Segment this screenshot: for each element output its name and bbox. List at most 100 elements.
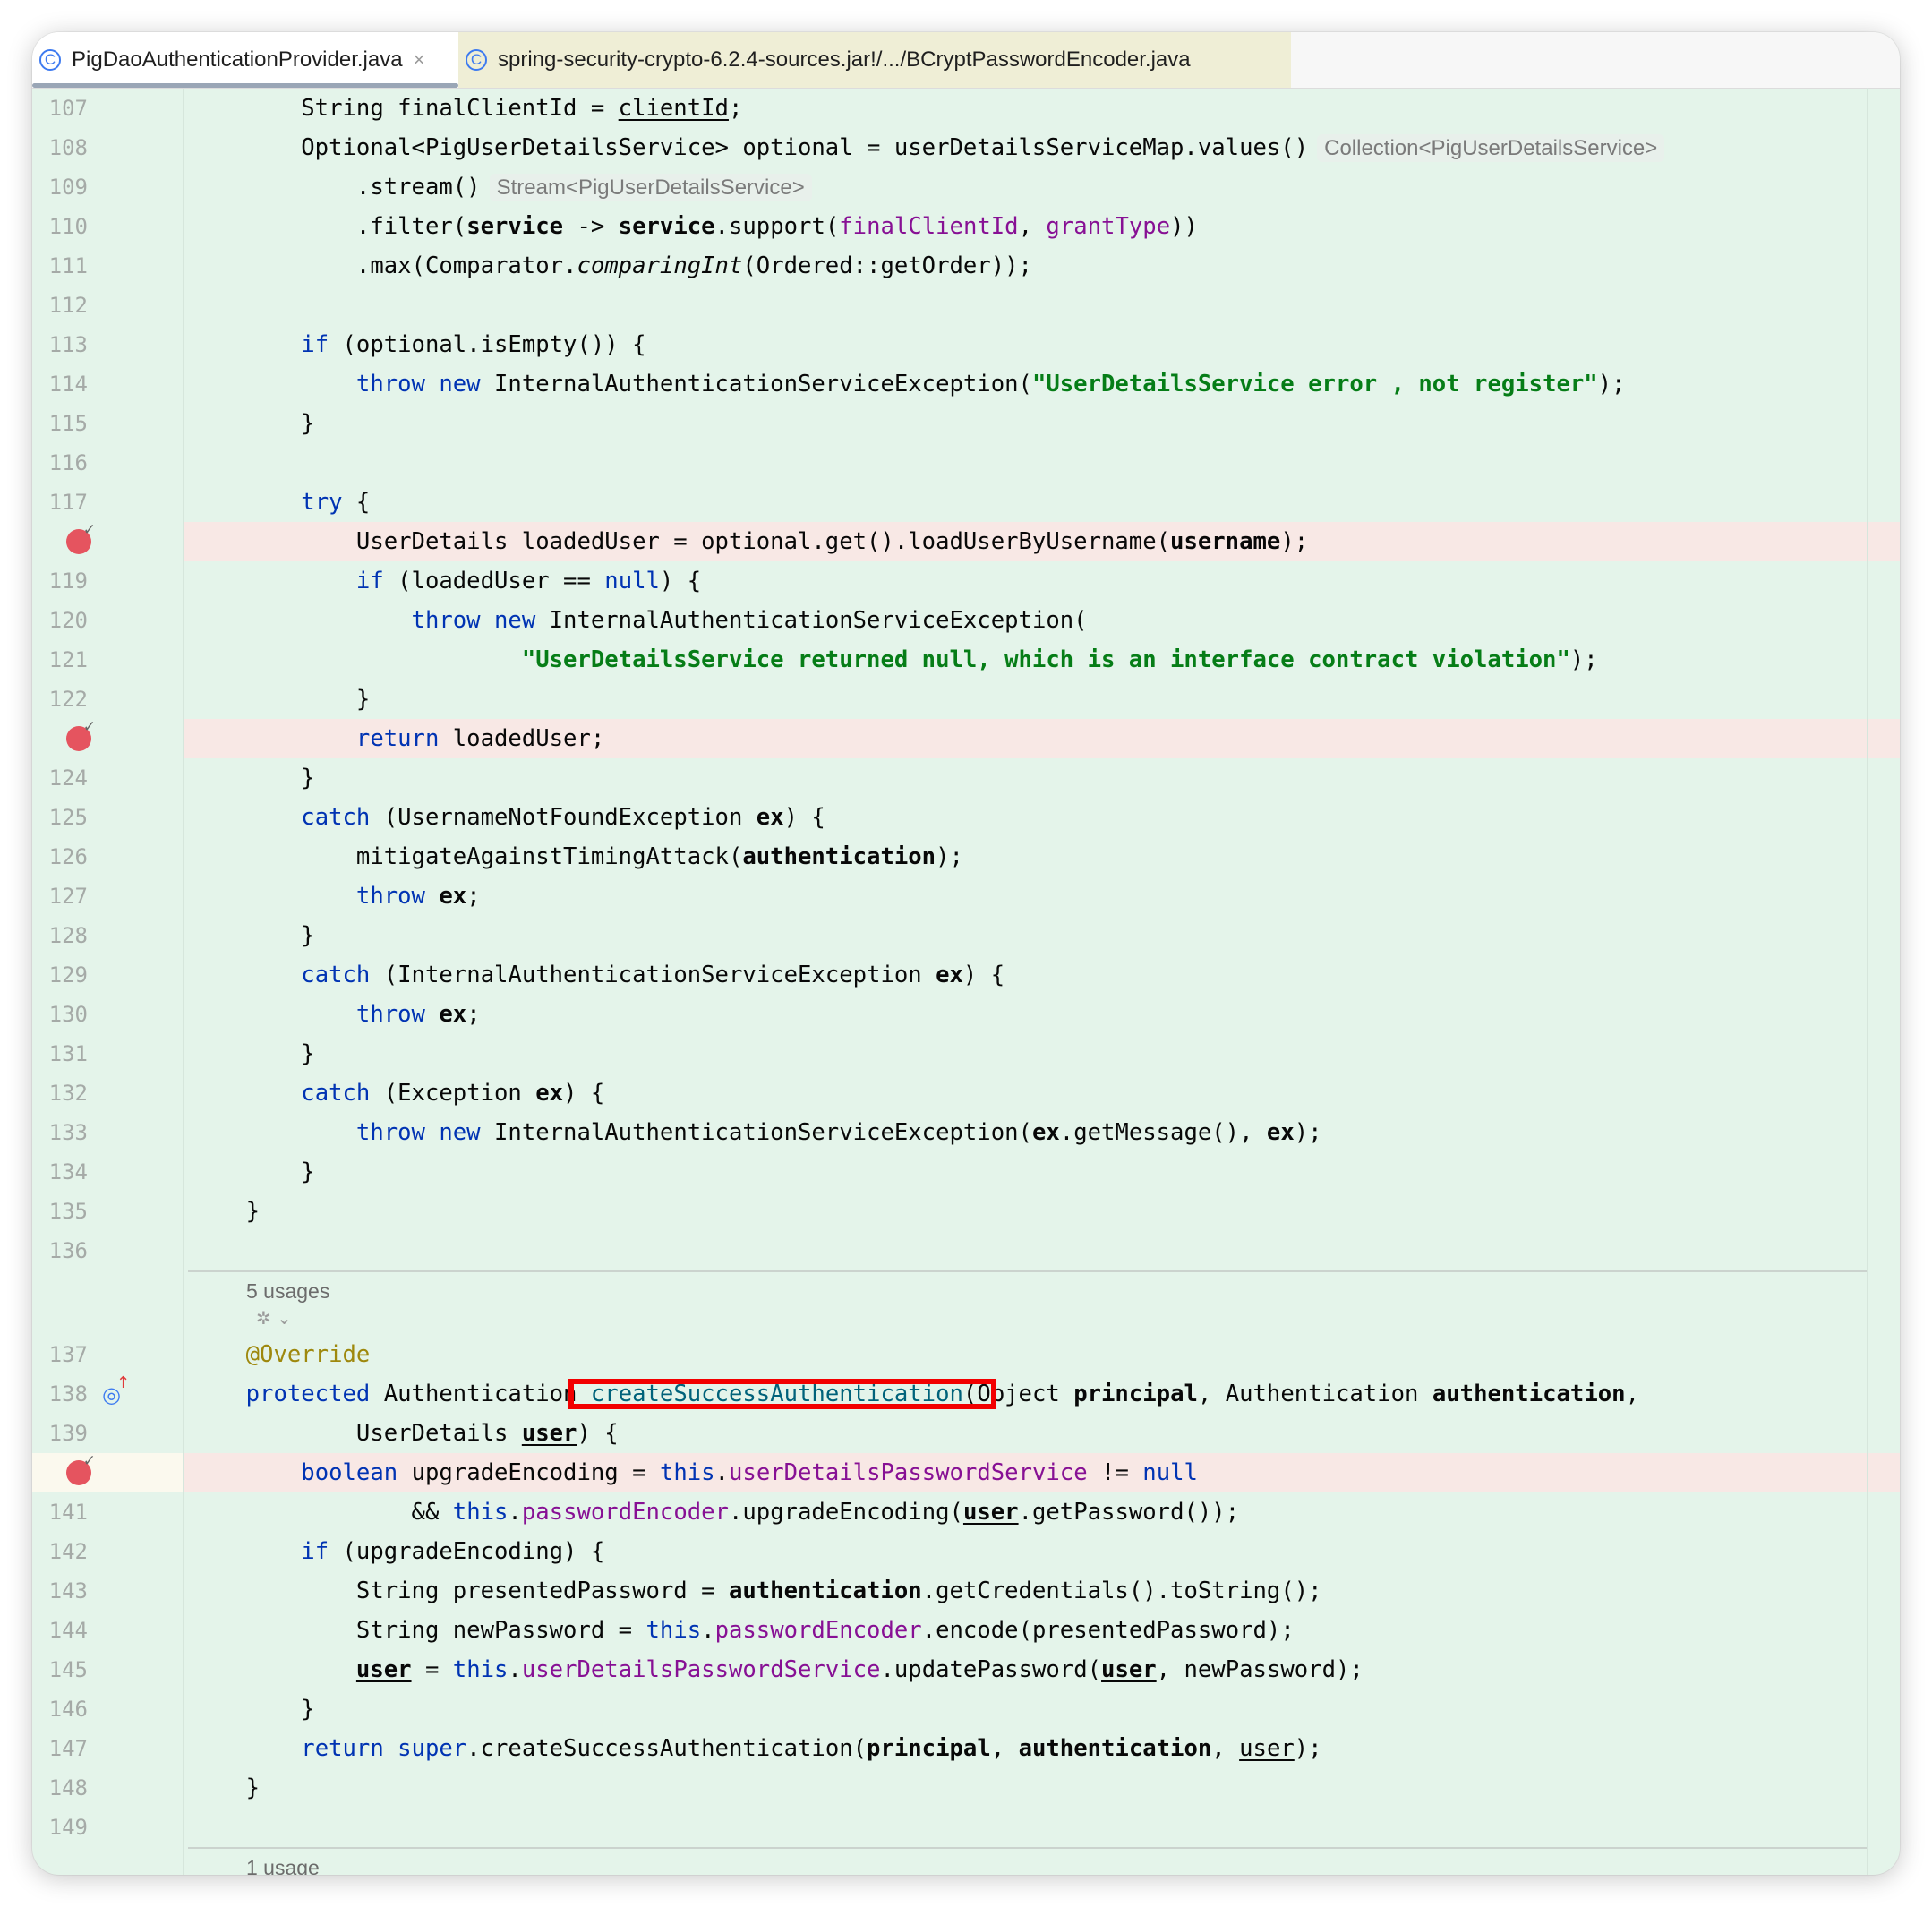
code-text[interactable]: if (upgradeEncoding) { <box>184 1532 1900 1571</box>
code-text[interactable]: throw new InternalAuthenticationServiceE… <box>184 364 1900 404</box>
gutter[interactable]: 147 <box>32 1729 184 1768</box>
code-text[interactable]: throw new InternalAuthenticationServiceE… <box>184 1113 1900 1152</box>
gutter[interactable]: 127 <box>32 877 184 916</box>
gutter[interactable]: 112 <box>32 286 184 325</box>
gutter[interactable]: 148 <box>32 1768 184 1808</box>
code-text[interactable]: } <box>184 758 1900 798</box>
gutter[interactable]: 146 <box>32 1689 184 1729</box>
code-text[interactable] <box>184 286 1900 325</box>
code-text[interactable]: return super.createSuccessAuthentication… <box>184 1729 1900 1768</box>
gutter[interactable]: 125 <box>32 798 184 837</box>
code-text[interactable]: user = this.userDetailsPasswordService.u… <box>184 1650 1900 1689</box>
code-text[interactable]: try { <box>184 483 1900 522</box>
gutter[interactable]: 124 <box>32 758 184 798</box>
code-text[interactable]: } <box>184 1034 1900 1073</box>
code-text[interactable]: Optional<PigUserDetailsService> optional… <box>184 128 1900 167</box>
gutter[interactable]: 111 <box>32 246 184 286</box>
code-line: 114 throw new InternalAuthenticationServ… <box>32 364 1900 404</box>
gutter[interactable]: 136 <box>32 1231 184 1270</box>
code-text[interactable]: "UserDetailsService returned null, which… <box>184 640 1900 680</box>
gutter[interactable]: 132 <box>32 1073 184 1113</box>
gutter[interactable]: 126 <box>32 837 184 877</box>
code-text[interactable]: } <box>184 1768 1900 1808</box>
ai-assistant-icon[interactable]: ✲ ⌄ <box>256 1308 292 1328</box>
code-text[interactable]: catch (InternalAuthenticationServiceExce… <box>184 955 1900 995</box>
code-text[interactable]: if (optional.isEmpty()) { <box>184 325 1900 364</box>
gutter[interactable]: 109 <box>32 167 184 207</box>
gutter[interactable]: 134 <box>32 1152 184 1192</box>
code-text[interactable]: if (loadedUser == null) { <box>184 561 1900 601</box>
code-text[interactable]: .stream() Stream<PigUserDetailsService> <box>184 167 1900 207</box>
code-text[interactable]: String presentedPassword = authenticatio… <box>184 1571 1900 1611</box>
code-line: 128 } <box>32 916 1900 955</box>
code-text[interactable]: boolean upgradeEncoding = this.userDetai… <box>184 1453 1900 1492</box>
gutter[interactable]: 149 <box>32 1808 184 1847</box>
gutter[interactable]: 142 <box>32 1532 184 1571</box>
code-text[interactable]: .max(Comparator.comparingInt(Ordered::ge… <box>184 246 1900 286</box>
code-text[interactable]: .filter(service -> service.support(final… <box>184 207 1900 246</box>
code-editor[interactable]: 107 String finalClientId = clientId; 108 … <box>32 89 1900 1875</box>
gutter[interactable]: 139 <box>32 1414 184 1453</box>
gutter[interactable]: 130 <box>32 995 184 1034</box>
code-text[interactable] <box>184 443 1900 483</box>
usages-link[interactable]: 5 usages <box>246 1279 329 1303</box>
close-tab-icon[interactable]: × <box>414 48 425 72</box>
breakpoint-icon[interactable] <box>66 718 96 751</box>
code-text[interactable]: } <box>184 916 1900 955</box>
code-text[interactable]: protected Authentication createSuccessAu… <box>184 1374 1900 1414</box>
code-text[interactable]: catch (UsernameNotFoundException ex) { <box>184 798 1900 837</box>
gutter[interactable]: 110 <box>32 207 184 246</box>
code-text[interactable]: String finalClientId = clientId; <box>184 89 1900 128</box>
code-text[interactable]: } <box>184 680 1900 719</box>
breakpoint-icon[interactable] <box>66 521 96 554</box>
gutter[interactable]: 115 <box>32 404 184 443</box>
code-text[interactable]: throw ex; <box>184 995 1900 1034</box>
breakpoint-icon[interactable] <box>66 1452 96 1485</box>
code-text[interactable]: } <box>184 1192 1900 1231</box>
code-text[interactable]: throw ex; <box>184 877 1900 916</box>
gutter[interactable] <box>32 718 184 758</box>
usages-link[interactable]: 1 usage <box>246 1856 320 1875</box>
gutter[interactable]: 131 <box>32 1034 184 1073</box>
gutter[interactable]: 120 <box>32 601 184 640</box>
code-text[interactable]: throw new InternalAuthenticationServiceE… <box>184 601 1900 640</box>
code-text[interactable]: UserDetails loadedUser = optional.get().… <box>184 522 1900 561</box>
code-text[interactable] <box>184 1231 1900 1270</box>
code-text[interactable]: } <box>184 1152 1900 1192</box>
gutter[interactable]: 137 <box>32 1335 184 1374</box>
code-text[interactable]: } <box>184 1689 1900 1729</box>
gutter[interactable]: 135 <box>32 1192 184 1231</box>
gutter[interactable]: 129 <box>32 955 184 995</box>
gutter[interactable]: 141 <box>32 1492 184 1532</box>
code-text[interactable]: && this.passwordEncoder.upgradeEncoding(… <box>184 1492 1900 1532</box>
code-text[interactable]: String newPassword = this.passwordEncode… <box>184 1611 1900 1650</box>
gutter[interactable]: 113 <box>32 325 184 364</box>
gutter[interactable]: 145 <box>32 1650 184 1689</box>
code-text[interactable]: } <box>184 404 1900 443</box>
gutter[interactable]: 122 <box>32 680 184 719</box>
overrides-method-icon[interactable]: ◎ ↑ <box>102 1373 130 1407</box>
gutter[interactable]: 143 <box>32 1571 184 1611</box>
gutter[interactable]: 121 <box>32 640 184 680</box>
gutter[interactable] <box>32 521 184 561</box>
gutter[interactable]: 107 <box>32 89 184 128</box>
gutter[interactable]: 128 <box>32 916 184 955</box>
gutter[interactable]: 119 <box>32 561 184 601</box>
code-text[interactable]: mitigateAgainstTimingAttack(authenticati… <box>184 837 1900 877</box>
code-text[interactable]: catch (Exception ex) { <box>184 1073 1900 1113</box>
gutter[interactable]: 144 <box>32 1611 184 1650</box>
code-line: 145 user = this.userDetailsPasswordServi… <box>32 1650 1900 1689</box>
tab-bcrypt-password-encoder[interactable]: C spring-security-crypto-6.2.4-sources.j… <box>458 32 1291 88</box>
gutter[interactable]: 108 <box>32 128 184 167</box>
gutter[interactable]: 116 <box>32 443 184 483</box>
gutter[interactable]: 133 <box>32 1113 184 1152</box>
gutter[interactable] <box>32 1452 184 1492</box>
gutter[interactable]: 138 ◎ ↑ <box>32 1373 184 1414</box>
gutter[interactable]: 114 <box>32 364 184 404</box>
code-text[interactable]: return loadedUser; <box>184 719 1900 758</box>
code-text[interactable]: UserDetails user) { <box>184 1414 1900 1453</box>
code-text[interactable] <box>184 1808 1900 1847</box>
gutter[interactable]: 117 <box>32 483 184 522</box>
code-text[interactable]: @Override <box>184 1335 1900 1374</box>
tab-pigdao-authentication-provider[interactable]: C PigDaoAuthenticationProvider.java × <box>32 32 458 88</box>
